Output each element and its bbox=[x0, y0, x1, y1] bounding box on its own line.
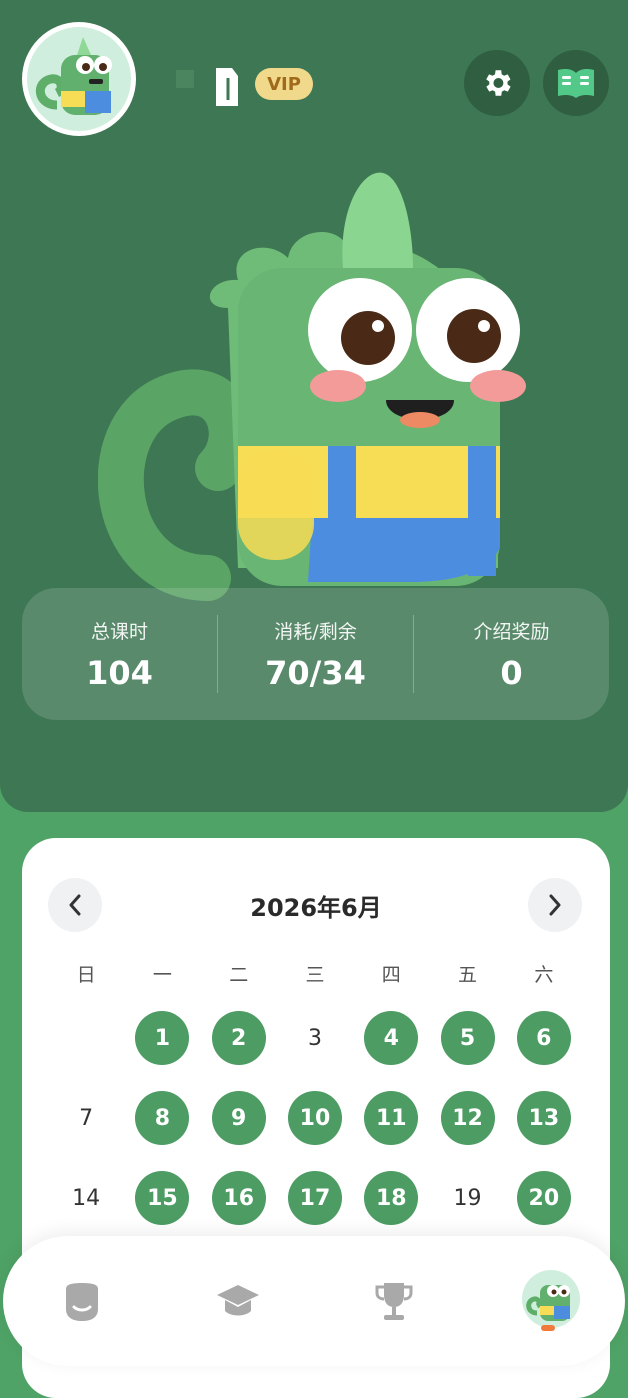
calendar-week: 123456 bbox=[48, 998, 582, 1078]
calendar-cell: 16 bbox=[201, 1158, 277, 1238]
stat-label: 介绍奖励 bbox=[473, 620, 550, 643]
calendar-cell: 14 bbox=[48, 1158, 124, 1238]
weekday-label: 六 bbox=[534, 964, 554, 986]
calendar-cell: 1 bbox=[124, 998, 200, 1078]
stats-panel: 总课时 104 消耗/剩余 70/34 介绍奖励 0 bbox=[22, 588, 609, 720]
calendar-cell: 12 bbox=[429, 1078, 505, 1158]
calendar-week: 7 8 9 10 11 12 13 bbox=[48, 1078, 582, 1158]
calendar-cell: 13 bbox=[506, 1078, 582, 1158]
calendar-day-attended[interactable]: 12 bbox=[440, 1091, 495, 1145]
calendar-day-attended[interactable]: 10 bbox=[287, 1091, 342, 1145]
bottom-tab-bar bbox=[3, 1236, 625, 1366]
calendar-day-attended[interactable]: 17 bbox=[287, 1171, 342, 1225]
weekday-label: 一 bbox=[152, 964, 172, 986]
stat-consumed-remaining: 消耗/剩余 70/34 bbox=[218, 617, 413, 692]
weekday-label: 二 bbox=[229, 964, 249, 986]
month-title: 2026年6月 bbox=[250, 894, 382, 922]
calendar-day-attended[interactable]: 20 bbox=[516, 1171, 571, 1225]
calendar-cell bbox=[48, 998, 124, 1078]
calendar-day-attended[interactable]: 13 bbox=[516, 1091, 571, 1145]
tab-courses[interactable] bbox=[203, 1266, 273, 1336]
active-tab-indicator bbox=[541, 1325, 555, 1331]
weekday-label: 日 bbox=[76, 964, 96, 986]
username-placeholder bbox=[176, 70, 194, 88]
gear-icon bbox=[486, 70, 511, 96]
calendar-cell: 15 bbox=[124, 1158, 200, 1238]
face-icon bbox=[66, 1283, 98, 1321]
calendar-cell: 10 bbox=[277, 1078, 353, 1158]
calendar-day-attended[interactable]: 2 bbox=[211, 1011, 266, 1065]
calendar-cell: 17 bbox=[277, 1158, 353, 1238]
calendar-cell: 11 bbox=[353, 1078, 429, 1158]
calendar-cell: 8 bbox=[124, 1078, 200, 1158]
calendar-day-attended[interactable]: 18 bbox=[364, 1171, 419, 1225]
mascot-avatar-icon bbox=[522, 1270, 580, 1328]
calendar-day[interactable]: 19 bbox=[441, 1171, 495, 1225]
calendar-day-attended[interactable]: 4 bbox=[364, 1011, 419, 1065]
calendar-day-attended[interactable]: 11 bbox=[364, 1091, 419, 1145]
calendar-cell: 7 bbox=[48, 1078, 124, 1158]
tab-profile[interactable] bbox=[516, 1264, 586, 1334]
weekday-label: 三 bbox=[305, 964, 325, 986]
calendar-cell: 5 bbox=[429, 998, 505, 1078]
calendar-day-attended[interactable]: 16 bbox=[211, 1171, 266, 1225]
calendar-cell: 20 bbox=[506, 1158, 582, 1238]
calendar-grid: 1 2 3 4 5 6 7 8 9 10 11 12 13 14 15 16 17 18 19 20 bbox=[48, 998, 582, 1238]
calendar-day-attended[interactable]: 5 bbox=[440, 1011, 495, 1065]
stat-value: 104 bbox=[86, 653, 153, 692]
calendar-cell: 6 bbox=[506, 998, 582, 1078]
calendar-day[interactable]: 7 bbox=[59, 1091, 113, 1145]
tab-achievements[interactable] bbox=[359, 1266, 429, 1336]
calendar-week: 14 15 16 17 18 19 20 bbox=[48, 1158, 582, 1238]
calendar-cell: 4 bbox=[353, 998, 429, 1078]
calendar-cell: 19 bbox=[429, 1158, 505, 1238]
avatar-image bbox=[27, 27, 131, 131]
next-month-button[interactable] bbox=[528, 878, 582, 932]
stat-referral-reward: 介绍奖励 0 bbox=[414, 617, 609, 692]
weekday-label: 四 bbox=[381, 964, 401, 986]
graduation-cap-icon bbox=[217, 1285, 259, 1316]
calendar-cell: 9 bbox=[201, 1078, 277, 1158]
stat-total-hours: 总课时 104 bbox=[22, 617, 217, 692]
calendar-cell: 2 bbox=[201, 998, 277, 1078]
trophy-icon bbox=[375, 1283, 413, 1320]
chevron-right-icon bbox=[549, 894, 561, 916]
mascot-illustration bbox=[97, 168, 538, 608]
calendar-day-attended[interactable]: 6 bbox=[516, 1011, 571, 1065]
calendar-day-attended[interactable]: 1 bbox=[135, 1011, 190, 1065]
calendar-day-attended[interactable]: 15 bbox=[135, 1171, 190, 1225]
stat-label: 总课时 bbox=[90, 620, 148, 643]
calendar-day[interactable]: 14 bbox=[59, 1171, 113, 1225]
username-glyph bbox=[214, 66, 240, 108]
settings-button[interactable] bbox=[464, 50, 530, 116]
open-book-icon bbox=[558, 69, 594, 98]
calendar-day-attended[interactable]: 9 bbox=[211, 1091, 266, 1145]
stat-value: 70/34 bbox=[265, 653, 366, 692]
weekday-label: 五 bbox=[458, 964, 478, 986]
stat-value: 0 bbox=[500, 653, 523, 692]
stat-label: 消耗/剩余 bbox=[274, 620, 357, 643]
profile-header: VIP 总课时 104 消耗/剩余 70/34 介绍奖励 0 bbox=[0, 0, 628, 812]
calendar-day[interactable]: 3 bbox=[288, 1011, 342, 1065]
book-button[interactable] bbox=[543, 50, 609, 116]
weekday-header: 日 一 二 三 四 五 六 bbox=[48, 960, 582, 987]
vip-badge: VIP bbox=[255, 68, 313, 100]
tab-home[interactable] bbox=[47, 1266, 117, 1336]
calendar-cell: 3 bbox=[277, 998, 353, 1078]
calendar-day-attended[interactable]: 8 bbox=[135, 1091, 190, 1145]
calendar-cell: 18 bbox=[353, 1158, 429, 1238]
user-avatar[interactable] bbox=[22, 22, 136, 136]
